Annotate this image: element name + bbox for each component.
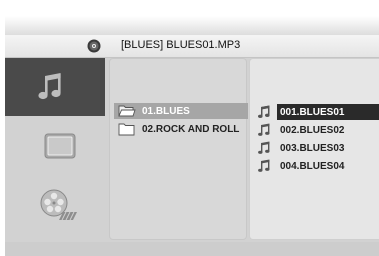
music-note-icon [38, 73, 61, 100]
music-note-icon [258, 105, 270, 118]
sidebar-item-photo[interactable] [5, 116, 105, 174]
folder-label: 02.ROCK AND ROLL [142, 123, 240, 135]
disc-icon [87, 39, 101, 53]
file-item[interactable]: 003.BLUES03 [277, 140, 379, 156]
bottom-bar [5, 242, 379, 256]
media-browser-screen: [BLUES] BLUES01.MP3 01.BLUES 02.ROCK AND… [5, 16, 379, 256]
current-path: [BLUES] BLUES01.MP3 [121, 39, 241, 51]
folder-list-pane: 01.BLUES 02.ROCK AND ROLL [109, 58, 248, 240]
path-bar: [BLUES] BLUES01.MP3 [5, 35, 379, 58]
folder-label: 01.BLUES [142, 105, 190, 117]
file-list-pane: 001.BLUES01 002.BLUES02 003.BLUES03 004.… [249, 58, 379, 240]
photo-frame-icon [44, 133, 76, 159]
file-label: 003.BLUES03 [280, 142, 345, 154]
file-label: 001.BLUES01 [280, 106, 345, 118]
top-band [5, 16, 379, 35]
music-note-icon [258, 159, 270, 172]
sidebar-item-movie[interactable] [5, 174, 105, 232]
file-label: 002.BLUES02 [280, 124, 345, 136]
folder-icon [118, 123, 135, 136]
music-note-icon [258, 123, 270, 136]
folder-item[interactable]: 01.BLUES [114, 103, 248, 119]
folder-open-icon [118, 105, 136, 117]
sidebar-item-music[interactable] [5, 58, 105, 116]
media-type-sidebar [5, 58, 105, 243]
music-note-icon [258, 141, 270, 154]
file-label: 004.BLUES04 [280, 160, 345, 172]
file-item[interactable]: 004.BLUES04 [277, 158, 379, 174]
folder-item[interactable]: 02.ROCK AND ROLL [114, 121, 248, 137]
file-item[interactable]: 001.BLUES01 [277, 104, 379, 120]
film-reel-icon [40, 189, 77, 221]
file-item[interactable]: 002.BLUES02 [277, 122, 379, 138]
